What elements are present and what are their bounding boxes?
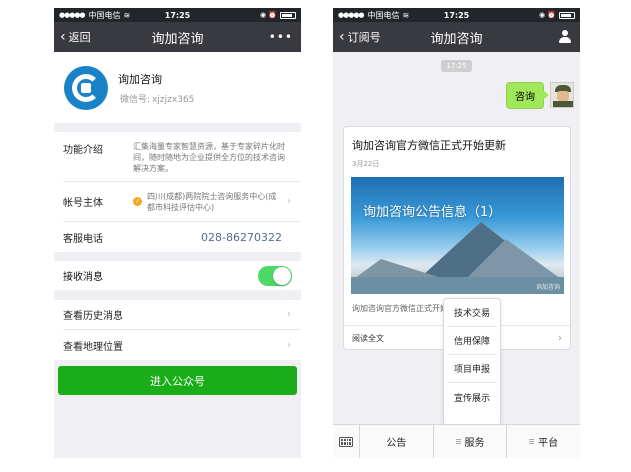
more-icon[interactable]: ••• <box>269 30 293 44</box>
wechat-id: 微信号: xjzjzx365 <box>118 92 194 105</box>
article-date: 3月22日 <box>352 160 380 168</box>
nav-bar: ‹ 返回 询加咨询 ••• <box>54 22 301 52</box>
back-label: 返回 <box>68 31 91 44</box>
account-logo-icon <box>64 65 108 110</box>
menu-item-platform[interactable]: 平台 <box>507 425 580 458</box>
article-description: 询加咨询官方微信正式开始更新 <box>352 304 447 313</box>
wechat-id-label: 微信号: <box>120 94 151 105</box>
submenu-icon <box>455 439 461 444</box>
back-button[interactable]: ‹ 订阅号 <box>333 29 381 45</box>
phone-value[interactable]: 028-86270322 <box>201 232 282 243</box>
enter-account-button[interactable]: 进入公众号 <box>58 366 297 395</box>
submenu-item-project[interactable]: 项目申报 <box>447 355 497 383</box>
custom-menu-bar: 公告 服务 平台 <box>333 424 580 458</box>
back-button[interactable]: ‹ 返回 <box>54 29 91 45</box>
keyboard-toggle-button[interactable] <box>333 425 360 458</box>
phone-label: 客服电话 <box>63 233 103 245</box>
receive-messages-label: 接收消息 <box>63 272 103 283</box>
info-group: 功能介绍 汇集海量专家智慧资源，基于专家碎片化时间，随时随地为企业提供全方位的技… <box>54 132 301 252</box>
back-label: 订阅号 <box>347 31 381 44</box>
chevron-right-icon: › <box>287 196 291 207</box>
avatar[interactable] <box>550 82 574 108</box>
submenu-item-promotion[interactable]: 宣传展示 <box>447 383 497 411</box>
submenu-item-credit[interactable]: 信用保障 <box>447 327 497 355</box>
wechat-id-value: xjzjzx365 <box>152 94 195 105</box>
battery-icon <box>559 11 575 19</box>
submenu-icon <box>529 439 535 444</box>
menu-label: 公告 <box>386 438 407 449</box>
entity-value: 四川(成都)两院院士咨询服务中心(成都市科技评估中心) <box>147 191 277 212</box>
battery-icon <box>280 11 296 19</box>
status-bar: ●●●●● 中国电信 ≋ 17:25 ◉ ⏰ <box>333 8 580 22</box>
message-bubble[interactable]: 咨询 <box>506 82 549 109</box>
chat-screen: ●●●●● 中国电信 ≋ 17:25 ◉ ⏰ ‹ 订阅号 询加咨询 17:25 … <box>333 8 580 458</box>
keyboard-icon <box>339 436 353 447</box>
status-bar: ●●●●● 中国电信 ≋ 17:25 ◉ ⏰ <box>54 8 301 22</box>
account-name: 询加咨询 <box>118 72 162 86</box>
menu-item-announcements[interactable]: 公告 <box>360 425 434 458</box>
chevron-right-icon: › <box>287 339 291 351</box>
chevron-left-icon: ‹ <box>60 29 66 45</box>
profile-screen: ●●●●● 中国电信 ≋ 17:25 ◉ ⏰ ‹ 返回 询加咨询 ••• 询加咨… <box>54 8 301 458</box>
article-title: 询加咨询官方微信正式开始更新 <box>352 139 506 152</box>
profile-icon[interactable] <box>558 30 572 44</box>
receive-messages-toggle[interactable] <box>258 265 292 286</box>
location-label: 查看地理位置 <box>63 341 123 353</box>
history-row[interactable]: 查看历史消息 › <box>63 300 301 330</box>
status-time: 17:25 <box>164 10 191 20</box>
receive-messages-row: 接收消息 <box>54 261 301 290</box>
entity-row[interactable]: 帐号主体 ✓ 四川(成都)两院院士咨询服务中心(成都市科技评估中心) › <box>63 182 301 222</box>
menu-label: 服务 <box>464 438 485 449</box>
chat-timestamp: 17:25 <box>333 60 580 72</box>
article-cover-image: 询加咨询公告信息（1） 询加咨询 <box>351 177 564 294</box>
entity-label: 帐号主体 <box>63 198 103 209</box>
profile-header: 询加咨询 微信号: xjzjzx365 <box>54 52 301 123</box>
list-group: 查看历史消息 › 查看地理位置 › <box>54 300 301 360</box>
nav-bar: ‹ 订阅号 询加咨询 <box>333 22 580 52</box>
chevron-right-icon: › <box>558 333 562 344</box>
cover-watermark: 询加咨询 <box>535 284 560 291</box>
intro-label: 功能介绍 <box>63 145 103 156</box>
menu-item-services[interactable]: 服务 <box>434 425 508 458</box>
service-submenu: 技术交易 信用保障 项目申报 宣传展示 <box>443 298 501 431</box>
history-label: 查看历史消息 <box>63 311 123 322</box>
timestamp-label: 17:25 <box>441 60 472 72</box>
sent-message: 咨询 <box>506 82 574 109</box>
intro-value: 汇集海量专家智慧资源，基于专家碎片化时间，随时随地为企业提供全方位的技术咨询解决… <box>133 142 285 173</box>
submenu-item-tech-trade[interactable]: 技术交易 <box>447 299 497 327</box>
page-title: 询加咨询 <box>151 31 204 47</box>
chevron-left-icon: ‹ <box>339 29 345 45</box>
read-more-label: 阅读全文 <box>352 334 384 343</box>
phone-row[interactable]: 客服电话 028-86270322 <box>63 222 301 252</box>
location-row[interactable]: 查看地理位置 › <box>63 330 301 360</box>
menu-label: 平台 <box>538 438 559 449</box>
cover-text: 询加咨询公告信息（1） <box>363 205 502 220</box>
chevron-right-icon: › <box>287 309 291 320</box>
verified-icon: ✓ <box>133 197 142 206</box>
status-time: 17:25 <box>443 10 470 20</box>
intro-row: 功能介绍 汇集海量专家智慧资源，基于专家碎片化时间，随时随地为企业提供全方位的技… <box>63 132 301 182</box>
